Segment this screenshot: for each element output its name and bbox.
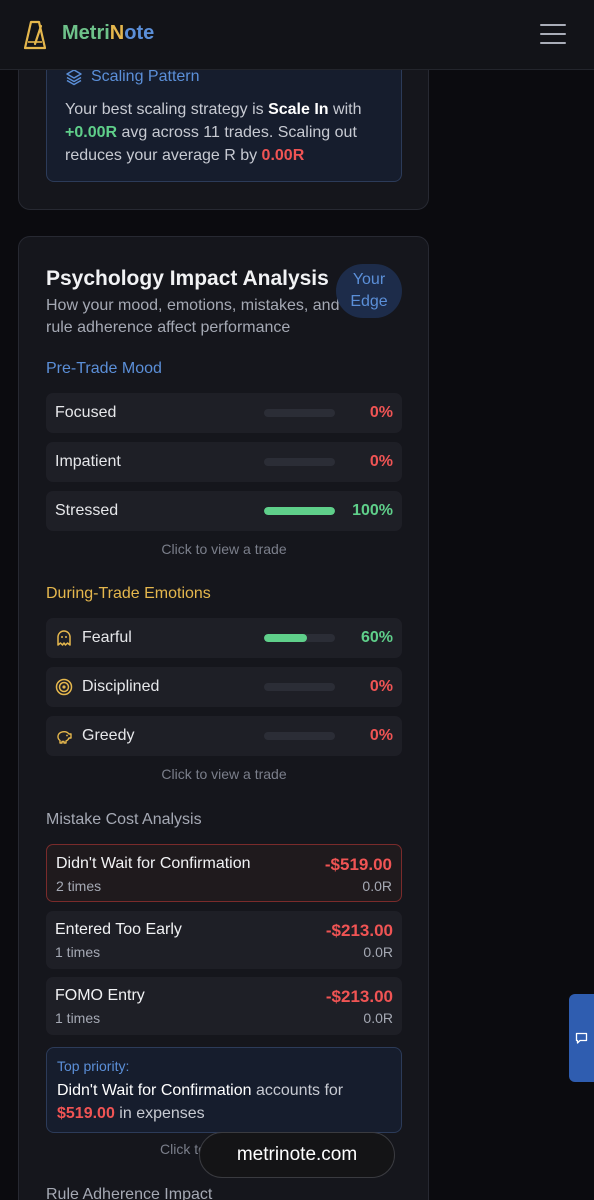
mood-percent: 0%	[369, 404, 393, 421]
mistake-name: FOMO Entry	[55, 987, 145, 1004]
emotion-row-disciplined[interactable]: Disciplined 0%	[46, 667, 402, 707]
mistake-r: 0.0R	[363, 1010, 393, 1026]
emotion-percent: 60%	[360, 629, 393, 646]
piggy-bank-icon	[57, 731, 72, 744]
psychology-title: Psychology Impact Analysis	[46, 267, 329, 290]
hamburger-icon[interactable]	[540, 24, 566, 46]
top-priority-box: Top priority: Didn't Wait for Confirmati…	[46, 1047, 402, 1133]
priority-title: Top priority:	[57, 1058, 130, 1074]
psychology-card: Psychology Impact Analysis How your mood…	[18, 236, 429, 1200]
priority-text: accounts for	[251, 1082, 344, 1099]
your-edge-badge[interactable]: Your Edge	[336, 264, 402, 318]
mood-label: Impatient	[55, 453, 121, 470]
chat-icon	[575, 1032, 588, 1044]
feedback-tab[interactable]	[569, 994, 594, 1082]
mistakes-title: Mistake Cost Analysis	[46, 811, 202, 828]
scaling-avg-r: +0.00R	[65, 124, 118, 141]
mistake-row[interactable]: Entered Too Early 1 times -$213.00 0.0R	[46, 911, 402, 969]
emotion-label: Fearful	[82, 629, 132, 646]
ghost-icon	[57, 630, 71, 646]
mistake-amount: -$213.00	[325, 987, 393, 1006]
scaling-text-1: Your best scaling strategy is	[65, 101, 269, 118]
emotion-label: Greedy	[82, 727, 135, 744]
emotion-row-greedy[interactable]: Greedy 0%	[46, 716, 402, 756]
emotions-title: During-Trade Emotions	[46, 585, 211, 602]
scaling-description: Your best scaling strategy is Scale In w…	[65, 98, 395, 167]
mood-percent: 0%	[369, 453, 393, 470]
emotion-label: Disciplined	[82, 678, 160, 695]
app-header: MetriNote	[0, 0, 594, 70]
target-icon	[55, 678, 73, 696]
priority-mistake: Didn't Wait for Confirmation	[57, 1082, 252, 1099]
emotion-bar-fill	[264, 634, 307, 642]
mood-row-stressed[interactable]: Stressed 100%	[46, 491, 402, 531]
layers-icon	[66, 69, 82, 86]
mistake-name: Entered Too Early	[55, 921, 182, 938]
mistake-row[interactable]: FOMO Entry 1 times -$213.00 0.0R	[46, 977, 402, 1035]
mood-percent: 100%	[352, 502, 393, 519]
priority-tail: in expenses	[114, 1105, 205, 1122]
scaling-text-2: with	[328, 101, 362, 118]
mood-label: Stressed	[55, 502, 119, 519]
emotion-bar	[264, 634, 335, 642]
scaling-pattern-box: Scaling Pattern Your best scaling strate…	[46, 51, 402, 182]
mood-bar	[264, 409, 335, 417]
mistake-r: 0.0R	[362, 878, 392, 894]
metronome-icon[interactable]	[24, 20, 46, 50]
emotion-bar	[264, 732, 335, 740]
mood-bar-fill	[264, 507, 335, 515]
mood-row-focused[interactable]: Focused 0%	[46, 393, 402, 433]
emotion-hint: Click to view a trade	[161, 766, 287, 782]
mistake-amount: -$213.00	[325, 921, 393, 940]
brand-part-1: Metri	[62, 22, 110, 44]
scaling-strategy: Scale In	[268, 101, 329, 118]
scaling-title: Scaling Pattern	[65, 68, 200, 86]
url-pill[interactable]: metrinote.com	[199, 1132, 395, 1178]
priority-amount: $519.00	[57, 1105, 115, 1122]
pre-trade-mood-title: Pre-Trade Mood	[46, 360, 162, 377]
emotion-row-fearful[interactable]: Fearful 60%	[46, 618, 402, 658]
mistake-name: Didn't Wait for Confirmation	[56, 855, 251, 872]
mood-row-impatient[interactable]: Impatient 0%	[46, 442, 402, 482]
mood-hint: Click to view a trade	[161, 541, 287, 557]
emotion-bar	[264, 683, 335, 691]
emotion-percent: 0%	[369, 678, 393, 695]
mood-bar	[264, 458, 335, 466]
brand-part-3: ote	[124, 22, 155, 44]
mistake-times: 1 times	[55, 1010, 101, 1026]
mistake-times: 1 times	[55, 944, 101, 960]
mistake-row[interactable]: Didn't Wait for Confirmation 2 times -$5…	[46, 844, 402, 902]
mistake-amount: -$519.00	[324, 855, 392, 874]
mistake-r: 0.0R	[363, 944, 393, 960]
priority-body: Didn't Wait for Confirmation accounts fo…	[57, 1079, 387, 1125]
psychology-subtitle: How your mood, emotions, mistakes, and r…	[46, 297, 340, 336]
scaling-reduce-r: 0.00R	[261, 147, 305, 164]
rule-adherence-title: Rule Adherence Impact	[46, 1186, 213, 1200]
mood-label: Focused	[55, 404, 117, 421]
emotion-percent: 0%	[369, 727, 393, 744]
mood-bar	[264, 507, 335, 515]
brand-part-2: N	[109, 22, 125, 44]
brand-name[interactable]: MetriNote	[62, 22, 154, 45]
scaling-title-text: Scaling Pattern	[91, 68, 200, 85]
mistake-times: 2 times	[56, 878, 102, 894]
